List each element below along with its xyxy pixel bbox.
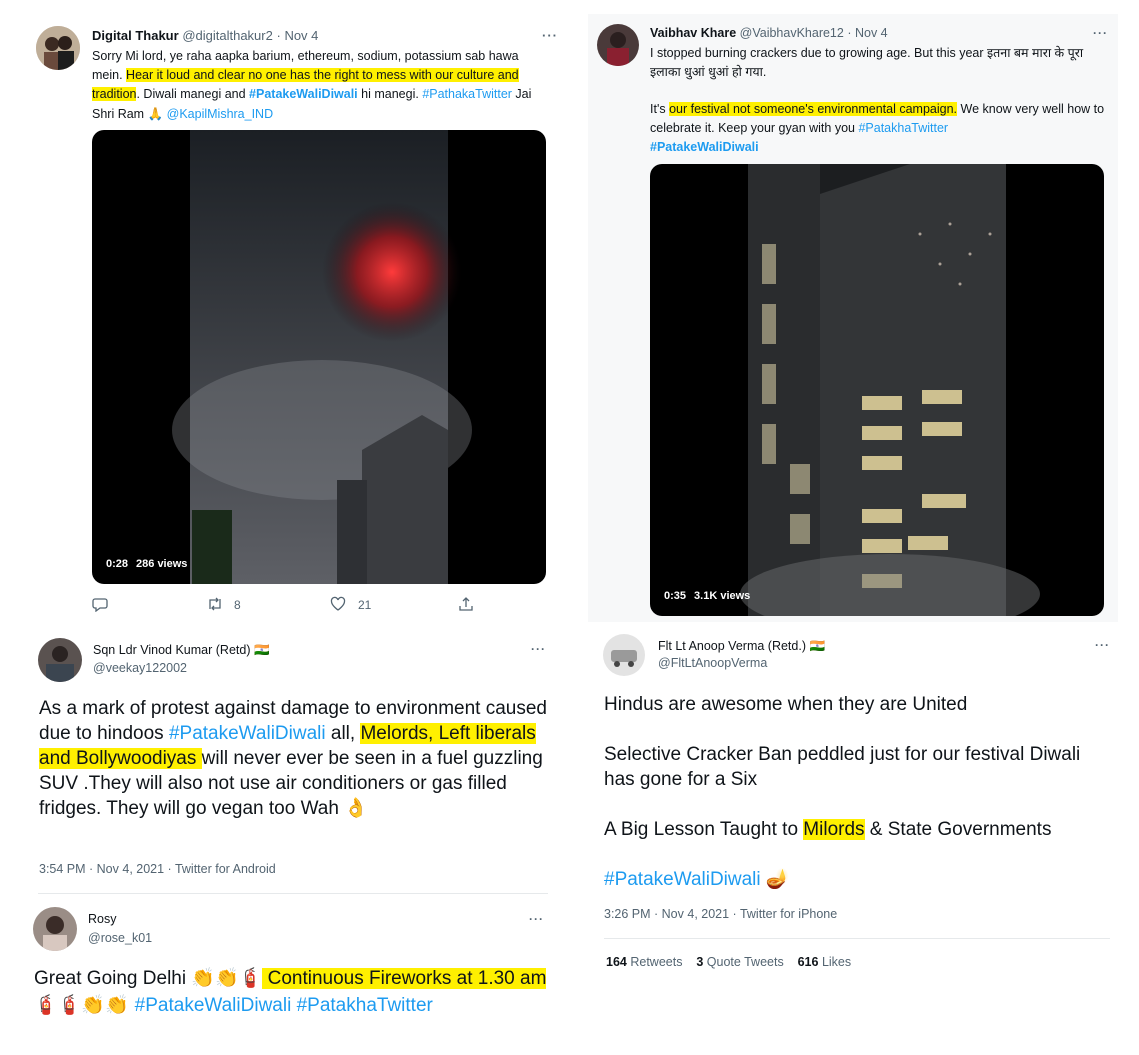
hashtag-link[interactable]: #PathakaTwitter (422, 87, 512, 101)
more-options-icon[interactable]: ··· (1093, 26, 1108, 40)
tweet-digital-thakur: Digital Thakur @digitalthakur2 · Nov 4 ·… (24, 14, 572, 624)
diya-emoji: 🪔 (765, 868, 790, 890)
tweet-vaibhav-khare: Vaibhav Khare @VaibhavKhare12 · Nov 4 ··… (588, 14, 1118, 622)
highlighted-text: Continuous Fireworks at 1.30 am (262, 968, 547, 989)
tweet-date[interactable]: Nov 4 (855, 26, 888, 40)
text-segment: Great Going Delhi (34, 968, 192, 989)
author-handle[interactable]: @digitalthakur2 (182, 28, 273, 43)
avatar-image (597, 24, 639, 66)
mention-link[interactable]: @KapilMishra_IND (167, 107, 273, 121)
tweet-vinod-kumar: Sqn Ldr Vinod Kumar (Retd) 🇮🇳 @veekay122… (24, 626, 564, 892)
divider (604, 938, 1110, 939)
hashtag-link[interactable]: #PatakeWaliDiwali (249, 87, 358, 101)
hashtag-link[interactable]: #PatakeWaliDiwali (650, 140, 759, 154)
author-handle[interactable]: @veekay122002 (93, 661, 187, 675)
divider (38, 893, 548, 894)
avatar[interactable] (36, 26, 80, 70)
tweet-text: As a mark of protest against damage to e… (39, 696, 554, 821)
india-flag-icon: 🇮🇳 (809, 638, 826, 653)
tweet-meta[interactable]: 3:54 PM · Nov 4, 2021 · Twitter for Andr… (39, 862, 276, 876)
hashtag-link[interactable]: #PatakeWaliDiwali (604, 869, 761, 890)
author-handle[interactable]: @FltLtAnoopVerma (658, 656, 767, 670)
video-views: 286 views (136, 558, 188, 570)
avatar-image (603, 634, 645, 676)
reply-icon[interactable] (92, 596, 108, 615)
author-name[interactable]: Digital Thakur (92, 28, 179, 43)
share-icon[interactable] (458, 596, 474, 615)
video-player[interactable]: 0:28 286 views (92, 130, 546, 584)
text-segment: all, (325, 723, 361, 744)
more-options-icon[interactable]: ··· (529, 912, 544, 926)
video-player[interactable]: 0:35 3.1K views (650, 164, 1104, 616)
clapping-emoji: 🧯🧯👏👏 (34, 994, 135, 1016)
hashtag-link[interactable]: #PatakeWaliDiwali (135, 995, 292, 1016)
video-duration: 0:28 (106, 558, 129, 570)
hashtag-link[interactable]: #PatakhaTwitter (858, 121, 948, 135)
ok-hand-emoji: 👌 (344, 797, 368, 819)
likes-count[interactable]: 616 (798, 955, 819, 969)
text-paragraph: I stopped burning crackers due to growin… (650, 46, 1084, 79)
tweet-text: I stopped burning crackers due to growin… (650, 44, 1108, 157)
tweet-text: Hindus are awesome when they are United … (604, 692, 1109, 892)
more-options-icon[interactable]: ··· (542, 28, 558, 43)
tweet-anoop-verma: Flt Lt Anoop Verma (Retd.) 🇮🇳 @FltLtAnoo… (588, 624, 1118, 979)
avatar-image (33, 907, 77, 951)
engagement-stats: 164 Retweets 3 Quote Tweets 616 Likes (606, 955, 851, 969)
hashtag-link[interactable]: #PatakeWaliDiwali (169, 723, 326, 744)
author-name[interactable]: Sqn Ldr Vinod Kumar (Retd) (93, 643, 251, 657)
highlighted-text: Milords (803, 819, 865, 840)
author-name[interactable]: Rosy (88, 912, 116, 926)
author-handle[interactable]: @VaibhavKhare12 (740, 26, 844, 40)
quote-tweets-count[interactable]: 3 (696, 955, 703, 969)
more-options-icon[interactable]: ··· (1095, 638, 1110, 652)
tweet-date[interactable]: Nov 4 (284, 28, 318, 43)
avatar[interactable] (38, 638, 82, 682)
quote-tweets-label[interactable]: Quote Tweets (707, 955, 784, 969)
fireworks-video-frame (172, 130, 472, 584)
highlighted-text: our festival not someone's environmental… (669, 102, 958, 116)
hashtag-link[interactable]: #PatakhaTwitter (297, 995, 433, 1016)
like-icon[interactable] (330, 596, 346, 615)
author-name[interactable]: Vaibhav Khare (650, 26, 736, 40)
avatar[interactable] (603, 634, 645, 676)
text-paragraph: Selective Cracker Ban peddled just for o… (604, 744, 1081, 790)
india-flag-icon: 🇮🇳 (253, 642, 270, 657)
avatar[interactable] (33, 907, 77, 951)
pray-emoji: 🙏 (147, 106, 164, 121)
retweets-count[interactable]: 164 (606, 955, 627, 969)
text-segment: It's (650, 102, 670, 116)
building-video-frame (740, 164, 1040, 616)
tweet-text: Sorry Mi lord, ye raha aapka barium, eth… (92, 47, 552, 124)
video-views: 3.1K views (694, 590, 751, 602)
retweet-icon[interactable] (206, 596, 224, 615)
text-segment: . Diwali manegi and (136, 87, 250, 101)
tweet-meta[interactable]: 3:26 PM · Nov 4, 2021 · Twitter for iPho… (604, 907, 837, 921)
avatar-image (38, 638, 82, 682)
retweet-count: 8 (234, 598, 241, 612)
separator-dot: · (847, 26, 852, 40)
retweets-label[interactable]: Retweets (630, 955, 682, 969)
text-segment: & State Governments (864, 819, 1052, 840)
tweet-text: Great Going Delhi 👏👏🧯 Continuous Firewor… (34, 965, 559, 1019)
tweet-actions: 8 21 (92, 596, 552, 614)
avatar[interactable] (597, 24, 639, 66)
like-count: 21 (358, 598, 372, 612)
video-duration: 0:35 (664, 590, 687, 602)
more-options-icon[interactable]: ··· (531, 642, 546, 656)
author-name[interactable]: Flt Lt Anoop Verma (Retd.) (658, 639, 806, 653)
text-paragraph: Hindus are awesome when they are United (604, 694, 968, 715)
text-segment: A Big Lesson Taught to (604, 819, 804, 840)
author-handle[interactable]: @rose_k01 (88, 931, 152, 945)
tweet-rosy: Rosy @rose_k01 ··· Great Going Delhi 👏👏🧯… (24, 898, 564, 1055)
separator-dot: · (276, 28, 281, 43)
avatar-image (36, 26, 80, 70)
likes-label[interactable]: Likes (822, 955, 851, 969)
text-segment: hi manegi. (357, 87, 419, 101)
clapping-emoji: 👏👏🧯 (191, 967, 263, 989)
